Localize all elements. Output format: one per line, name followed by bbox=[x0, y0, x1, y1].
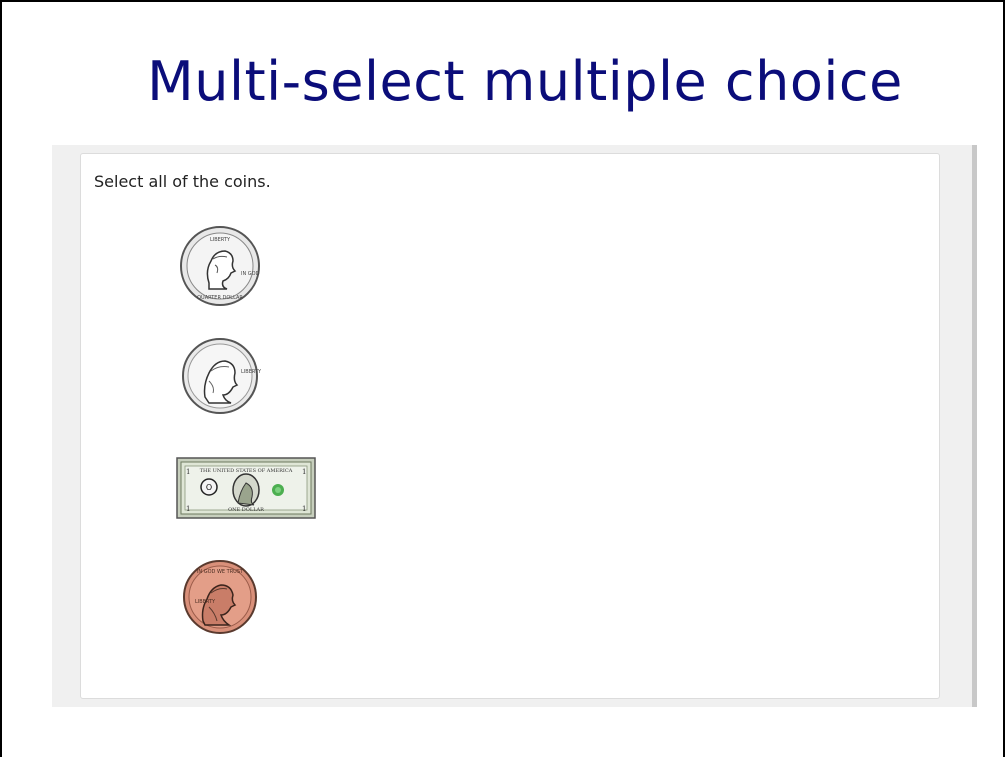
option-dollar-bill[interactable]: THE UNITED STATES OF AMERICA ONE DOLLAR … bbox=[176, 457, 316, 519]
svg-text:LIBERTY: LIBERTY bbox=[210, 237, 231, 243]
svg-text:THE UNITED STATES OF AMERICA: THE UNITED STATES OF AMERICA bbox=[200, 468, 293, 474]
svg-text:ONE DOLLAR: ONE DOLLAR bbox=[228, 507, 264, 513]
svg-text:LIBERTY: LIBERTY bbox=[241, 369, 261, 375]
quarter-coin-icon: LIBERTY IN GOD QUARTER DOLLAR bbox=[180, 226, 260, 306]
slide-title: Multi-select multiple choice bbox=[147, 50, 903, 113]
svg-text:LIBERTY: LIBERTY bbox=[195, 599, 216, 605]
penny-coin-icon: IN GOD WE TRUST LIBERTY bbox=[183, 560, 257, 634]
svg-text:1: 1 bbox=[186, 505, 190, 513]
option-nickel[interactable]: LIBERTY bbox=[179, 337, 261, 415]
scrollbar[interactable] bbox=[972, 145, 977, 707]
svg-text:1: 1 bbox=[302, 505, 306, 513]
svg-text:1: 1 bbox=[302, 468, 306, 476]
option-quarter[interactable]: LIBERTY IN GOD QUARTER DOLLAR bbox=[179, 225, 261, 307]
dollar-bill-icon: THE UNITED STATES OF AMERICA ONE DOLLAR … bbox=[176, 457, 316, 519]
option-penny[interactable]: IN GOD WE TRUST LIBERTY bbox=[181, 559, 259, 635]
svg-text:IN GOD: IN GOD bbox=[241, 271, 260, 277]
svg-text:QUARTER DOLLAR: QUARTER DOLLAR bbox=[197, 295, 243, 301]
svg-text:1: 1 bbox=[186, 468, 190, 476]
nickel-coin-icon: LIBERTY bbox=[182, 338, 261, 414]
svg-text:O: O bbox=[206, 483, 212, 492]
question-prompt: Select all of the coins. bbox=[94, 172, 271, 191]
svg-text:IN GOD WE TRUST: IN GOD WE TRUST bbox=[197, 569, 244, 575]
